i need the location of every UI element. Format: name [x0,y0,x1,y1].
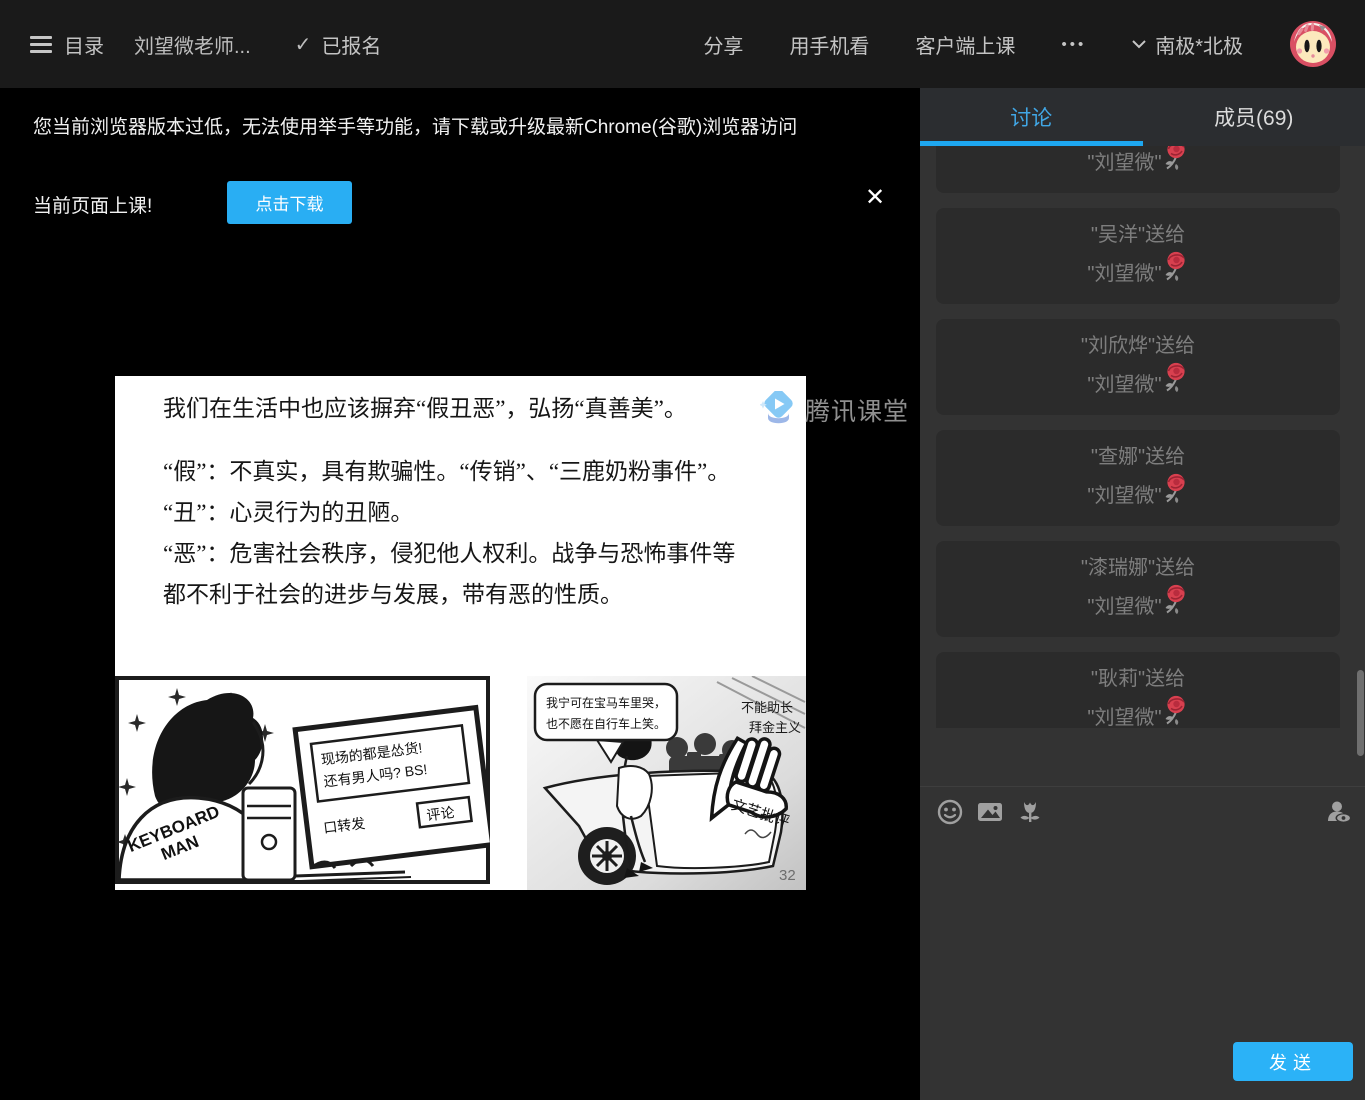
avatar-image [1289,20,1337,68]
gift-receiver: "刘望微" [946,146,1330,183]
enrolled-label: 已报名 [321,30,381,59]
user-menu[interactable]: 南极*北极 [1132,30,1243,59]
rose-icon [1163,251,1189,282]
brand-watermark-text: 腾讯课堂 [805,392,909,428]
gift-receiver: "刘望微" [946,255,1330,294]
gift-message-card: "刘望微" [936,146,1340,193]
gift-sender: "查娜"送给 [946,438,1330,477]
member-view-icon[interactable] [1325,798,1353,826]
gift-message-card: "刘欣烨"送给 "刘望微" [936,319,1340,415]
gift-sender: "吴洋"送给 [946,216,1330,255]
hand-caption-line2: 拜金主义 [749,720,801,735]
rose-icon [1163,362,1189,393]
rose-icon [1163,146,1189,171]
comment-label: 评论 [426,804,456,823]
tab-members[interactable]: 成员(69) [1143,88,1365,146]
gift-message-card: "吴洋"送给 "刘望微" [936,208,1340,304]
bubble-line2: 也不愿在自行车上笑。 [546,716,666,731]
gift-receiver: "刘望微" [946,588,1330,627]
rose-icon [1163,473,1189,504]
slide-text: 我们在生活中也应该摒弃“假丑恶”，弘扬“真善美”。 “假”：不真实，具有欺骗性。“… [115,376,806,615]
enrolled-status: ✓ 已报名 [295,30,382,59]
rose-icon [1163,695,1189,726]
chat-input[interactable] [920,837,1350,1032]
gift-message-card: "漆瑞娜"送给 "刘望微" [936,541,1340,637]
rose-icon [1163,584,1189,615]
video-stage: 您当前浏览器版本过低，无法使用举手等功能，请下载或升级最新Chrome(谷歌)浏… [0,88,920,1100]
send-button[interactable]: 发送 [1233,1042,1353,1081]
course-title: 刘望微老师... [134,30,251,59]
image-icon[interactable] [976,798,1004,826]
gift-receiver: "刘望微" [946,699,1330,728]
sidebar-tabbar: 讨论 成员(69) [920,88,1365,146]
username: 南极*北极 [1155,30,1243,59]
watch-on-phone-button[interactable]: 用手机看 [789,30,869,59]
avatar[interactable] [1289,20,1337,68]
brand-watermark: 腾讯课堂 [760,391,909,428]
page-number: 32 [779,867,796,884]
hand-caption-line1: 不能助长 [741,700,793,715]
gift-sender: "刘欣烨"送给 [946,327,1330,366]
slide-paragraph: “丑”：心灵行为的丑陋。 [163,492,758,533]
tencent-classroom-logo-icon [760,391,796,428]
slide: 我们在生活中也应该摒弃“假丑恶”，弘扬“真善美”。 “假”：不真实，具有欺骗性。“… [115,376,806,890]
client-class-button[interactable]: 客户端上课 [915,30,1015,59]
check-icon: ✓ [295,32,312,57]
message-list[interactable]: "刘望微" "吴洋"送给 "刘望微" "刘欣烨"送给 "刘望微" "查娜"送给 … [920,146,1365,728]
gift-receiver: "刘望微" [946,477,1330,516]
tab-discussion[interactable]: 讨论 [920,88,1143,146]
chat-toolbar [920,786,1365,836]
current-page-text: 当前页面上课! [33,191,152,218]
slide-paragraph: 我们在生活中也应该摒弃“假丑恶”，弘扬“真善美”。 [163,388,758,429]
more-button[interactable]: ••• [1061,36,1086,53]
download-button[interactable]: 点击下载 [227,181,352,224]
gift-receiver: "刘望微" [946,366,1330,405]
gift-sender: "漆瑞娜"送给 [946,549,1330,588]
slide-paragraph: “假”：不真实，具有欺骗性。“传销”、“三鹿奶粉事件”。 [163,451,758,492]
bubble-line1: 我宁可在宝马车里哭， [546,695,666,710]
catalog-button[interactable]: 目录 [64,30,104,59]
menu-icon[interactable] [30,36,52,53]
browser-warning-text: 您当前浏览器版本过低，无法使用举手等功能，请下载或升级最新Chrome(谷歌)浏… [33,112,797,139]
gift-message-card: "查娜"送给 "刘望微" [936,430,1340,526]
flower-icon[interactable] [1016,798,1044,826]
gift-sender: "耿莉"送给 [946,660,1330,699]
share-button[interactable]: 分享 [703,30,743,59]
emoji-icon[interactable] [936,798,964,826]
close-icon[interactable]: ✕ [860,183,890,213]
comic-car-scene: 我宁可在宝马车里哭， 也不愿在自行车上笑。 不能助长 拜金主义 文艺批评 32 [527,676,806,890]
scrollbar-thumb[interactable] [1357,670,1364,756]
chevron-down-icon [1132,40,1146,49]
gift-message-card: "耿莉"送给 "刘望微" [936,652,1340,728]
topbar: 目录 刘望微老师... ✓ 已报名 分享 用手机看 客户端上课 ••• 南极*北… [0,0,1365,88]
comic-keyboard-man: KEYBOARD MAN 现场的都是怂货! 还有男人吗? BS! 口转发 评论 [115,676,490,884]
slide-paragraph: “恶”：危害社会秩序，侵犯他人权利。战争与恐怖事件等都不利于社会的进步与发展，带… [163,533,758,615]
chat-sidebar: 讨论 成员(69) "刘望微" "吴洋"送给 "刘望微" "刘欣烨"送给 "刘望… [920,88,1365,1100]
comic-strip: KEYBOARD MAN 现场的都是怂货! 还有男人吗? BS! 口转发 评论 [115,676,806,890]
